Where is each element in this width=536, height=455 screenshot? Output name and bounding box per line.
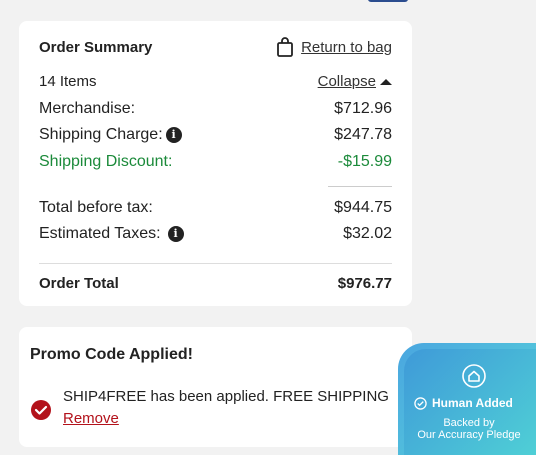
order-summary-header: Order Summary Return to bag [39, 37, 392, 57]
before-tax-value: $944.75 [334, 199, 392, 216]
badge-subtitle: Backed by Our Accuracy Pledge [404, 417, 534, 441]
remove-promo-link[interactable]: Remove [63, 410, 119, 427]
taxes-label: Estimated Taxes: [39, 225, 161, 242]
badge-title-row: Human Added [414, 396, 513, 410]
info-icon[interactable]: i [165, 127, 182, 143]
order-summary-card: Order Summary Return to bag 14 Items Col… [19, 21, 412, 306]
badge-line-1: Backed by [443, 417, 495, 429]
shipping-value: $247.78 [334, 126, 392, 143]
shipping-label: Shipping Charge: [39, 126, 163, 143]
check-circle-outline-icon [414, 396, 427, 410]
shipping-row: Shipping Charge: i $247.78 [39, 126, 392, 144]
discount-value: -$15.99 [337, 153, 392, 170]
order-total-row: Order Total $976.77 [39, 275, 392, 292]
merchandise-row: Merchandise: $712.96 [39, 100, 392, 118]
taxes-value: $32.02 [343, 225, 392, 242]
promo-message: SHIP4FREE has been applied. FREE SHIPPIN… [63, 388, 389, 405]
promo-card: Promo Code Applied! SHIP4FREE has been a… [19, 327, 412, 447]
collapse-toggle[interactable]: Collapse [318, 73, 392, 90]
caret-up-icon [380, 78, 392, 85]
collapse-label: Collapse [317, 73, 376, 90]
merchandise-label: Merchandise: [39, 100, 136, 117]
subtotal-divider [328, 186, 392, 187]
taxes-row: Estimated Taxes: i $32.02 [39, 225, 392, 243]
badge-title: Human Added [432, 396, 513, 410]
badge-line-2: Our Accuracy Pledge [417, 429, 521, 441]
discount-row: Shipping Discount: -$15.99 [39, 153, 392, 171]
total-divider [39, 263, 392, 264]
info-icon[interactable]: i [167, 226, 184, 242]
return-to-bag-label: Return to bag [301, 38, 392, 56]
items-row: 14 Items Collapse [39, 73, 392, 90]
shopping-bag-icon [277, 37, 293, 57]
before-tax-label: Total before tax: [39, 199, 153, 216]
previous-card-tab [368, 0, 408, 2]
human-added-badge[interactable]: Human Added Backed by Our Accuracy Pledg… [398, 343, 536, 455]
discount-label: Shipping Discount: [39, 153, 173, 170]
return-to-bag-link[interactable]: Return to bag [276, 37, 392, 57]
promo-title: Promo Code Applied! [30, 346, 193, 363]
items-count: 14 Items [39, 73, 97, 90]
order-total-value: $976.77 [337, 275, 392, 292]
merchandise-value: $712.96 [334, 100, 392, 117]
order-summary-title: Order Summary [39, 38, 153, 56]
home-shield-icon [462, 364, 486, 388]
before-tax-row: Total before tax: $944.75 [39, 199, 392, 217]
order-total-label: Order Total [39, 275, 119, 292]
check-circle-icon [31, 400, 51, 420]
